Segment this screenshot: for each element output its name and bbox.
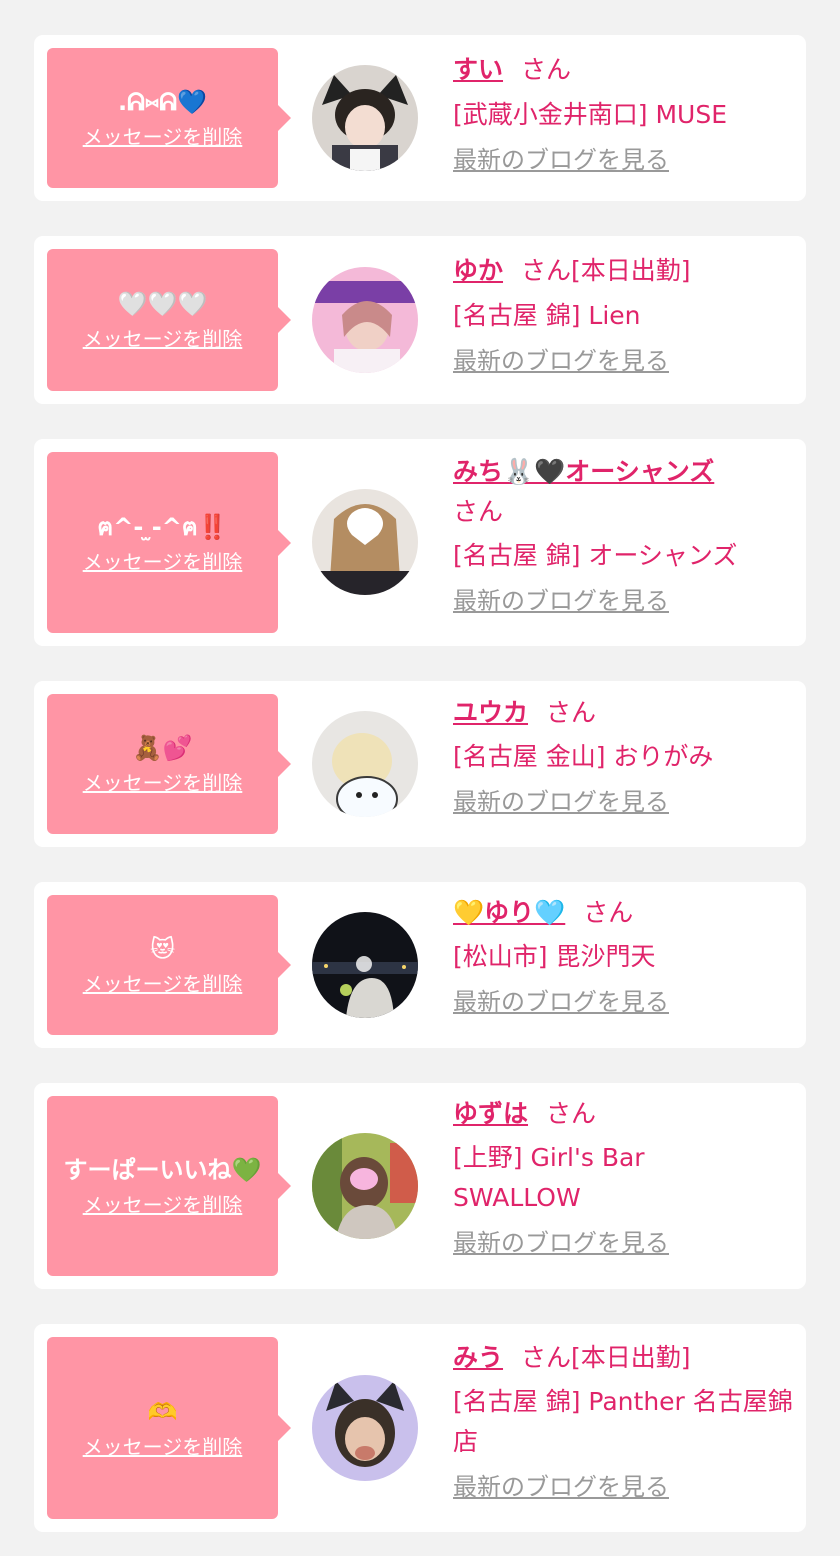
message-card: 🧸💕 メッセージを削除 ユウカ さん [名古屋 金山] おりがみ 最新のブログを見… bbox=[34, 681, 806, 847]
honorific: さん bbox=[521, 1343, 572, 1372]
message-bubble: 😻 メッセージを削除 bbox=[47, 895, 291, 1035]
message-text: 😻 bbox=[149, 935, 176, 963]
profile-name-link[interactable]: すい bbox=[453, 55, 503, 84]
latest-blog-link[interactable]: 最新のブログを見る bbox=[453, 1470, 669, 1504]
message-text: 🫶 bbox=[147, 1398, 178, 1426]
latest-blog-link[interactable]: 最新のブログを見る bbox=[453, 985, 669, 1019]
honorific: さん bbox=[453, 497, 504, 526]
message-card: 🫶 メッセージを削除 みう さん[本日出勤] [名古屋 錦] Panther 名古… bbox=[34, 1324, 806, 1532]
message-bubble: 🧸💕 メッセージを削除 bbox=[47, 694, 291, 834]
message-card: .ᕱ⑅ᕱ💙 メッセージを削除 すい さん [武蔵小金井南口] MUSE 最新のブロ… bbox=[34, 35, 806, 201]
profile-info: ユウカ さん [名古屋 金山] おりがみ 最新のブログを見る bbox=[453, 693, 798, 819]
profile-info: みち🐰🖤オーシャンズ さん [名古屋 錦] オーシャンズ 最新のブログを見る bbox=[453, 452, 798, 618]
status-label: [本日出勤] bbox=[571, 1343, 691, 1372]
profile-info: ゆずは さん [上野] Girl's Bar SWALLOW 最新のブログを見る bbox=[453, 1094, 798, 1260]
profile-name-link[interactable]: ゆずは bbox=[453, 1099, 528, 1128]
latest-blog-link[interactable]: 最新のブログを見る bbox=[453, 785, 669, 819]
delete-message-link[interactable]: メッセージを削除 bbox=[83, 124, 243, 150]
delete-message-link[interactable]: メッセージを削除 bbox=[83, 971, 243, 997]
avatar[interactable] bbox=[312, 912, 418, 1018]
status-label: [本日出勤] bbox=[571, 256, 691, 285]
message-card: 🤍🤍🤍 メッセージを削除 ゆか さん[本日出勤] [名古屋 錦] Lien 最新の… bbox=[34, 236, 806, 404]
avatar[interactable] bbox=[312, 65, 418, 171]
message-bubble: 🤍🤍🤍 メッセージを削除 bbox=[47, 249, 291, 391]
profile-name-link[interactable]: みう bbox=[453, 1343, 503, 1372]
latest-blog-link[interactable]: 最新のブログを見る bbox=[453, 584, 669, 618]
profile-name-link[interactable]: みち🐰🖤オーシャンズ bbox=[453, 457, 714, 486]
latest-blog-link[interactable]: 最新のブログを見る bbox=[453, 143, 669, 177]
shop-name: [名古屋 錦] Lien bbox=[453, 301, 641, 330]
shop-name: [武蔵小金井南口] MUSE bbox=[453, 100, 727, 129]
profile-name-link[interactable]: ゆか bbox=[453, 256, 503, 285]
honorific: さん bbox=[583, 898, 634, 927]
message-bubble: すーぱーいいね💚 メッセージを削除 bbox=[47, 1096, 291, 1276]
message-bubble: 🫶 メッセージを削除 bbox=[47, 1337, 291, 1519]
message-text: すーぱーいいね💚 bbox=[63, 1156, 262, 1184]
profile-info: みう さん[本日出勤] [名古屋 錦] Panther 名古屋錦店 最新のブログを… bbox=[453, 1338, 798, 1504]
delete-message-link[interactable]: メッセージを削除 bbox=[83, 1434, 243, 1460]
honorific: さん bbox=[521, 55, 572, 84]
honorific: さん bbox=[521, 256, 572, 285]
delete-message-link[interactable]: メッセージを削除 bbox=[83, 326, 243, 352]
shop-name: [名古屋 金山] おりがみ bbox=[453, 742, 714, 771]
message-text: 🤍🤍🤍 bbox=[117, 290, 208, 318]
delete-message-link[interactable]: メッセージを削除 bbox=[83, 1192, 243, 1218]
shop-name: [名古屋 錦] Panther 名古屋錦店 bbox=[453, 1387, 793, 1456]
message-card: 😻 メッセージを削除 💛ゆり🩵 さん [松山市] 毘沙門天 最新のブログを見る bbox=[34, 882, 806, 1048]
profile-name-link[interactable]: 💛ゆり🩵 bbox=[453, 898, 565, 927]
message-bubble: ฅ^- ̫-^ฅ‼️ メッセージを削除 bbox=[47, 452, 291, 633]
avatar[interactable] bbox=[312, 489, 418, 595]
avatar[interactable] bbox=[312, 711, 418, 817]
delete-message-link[interactable]: メッセージを削除 bbox=[83, 770, 243, 796]
shop-name: [松山市] 毘沙門天 bbox=[453, 942, 656, 971]
message-text: .ᕱ⑅ᕱ💙 bbox=[117, 88, 208, 116]
latest-blog-link[interactable]: 最新のブログを見る bbox=[453, 344, 669, 378]
profile-info: 💛ゆり🩵 さん [松山市] 毘沙門天 最新のブログを見る bbox=[453, 893, 798, 1019]
avatar[interactable] bbox=[312, 1375, 418, 1481]
honorific: さん bbox=[546, 1099, 597, 1128]
profile-info: すい さん [武蔵小金井南口] MUSE 最新のブログを見る bbox=[453, 50, 798, 177]
shop-name: [名古屋 錦] オーシャンズ bbox=[453, 541, 738, 570]
delete-message-link[interactable]: メッセージを削除 bbox=[83, 549, 243, 575]
message-text: ฅ^- ̫-^ฅ‼️ bbox=[97, 512, 228, 541]
message-card: すーぱーいいね💚 メッセージを削除 ゆずは さん [上野] Girl's Bar … bbox=[34, 1083, 806, 1289]
message-bubble: .ᕱ⑅ᕱ💙 メッセージを削除 bbox=[47, 48, 291, 188]
message-card: ฅ^- ̫-^ฅ‼️ メッセージを削除 みち🐰🖤オーシャンズ さん [名古屋 錦]… bbox=[34, 439, 806, 646]
avatar[interactable] bbox=[312, 1133, 418, 1239]
latest-blog-link[interactable]: 最新のブログを見る bbox=[453, 1226, 669, 1260]
honorific: さん bbox=[546, 698, 597, 727]
profile-name-link[interactable]: ユウカ bbox=[453, 698, 528, 727]
avatar[interactable] bbox=[312, 267, 418, 373]
message-text: 🧸💕 bbox=[132, 734, 193, 762]
shop-name: [上野] Girl's Bar SWALLOW bbox=[453, 1143, 645, 1212]
profile-info: ゆか さん[本日出勤] [名古屋 錦] Lien 最新のブログを見る bbox=[453, 251, 798, 378]
